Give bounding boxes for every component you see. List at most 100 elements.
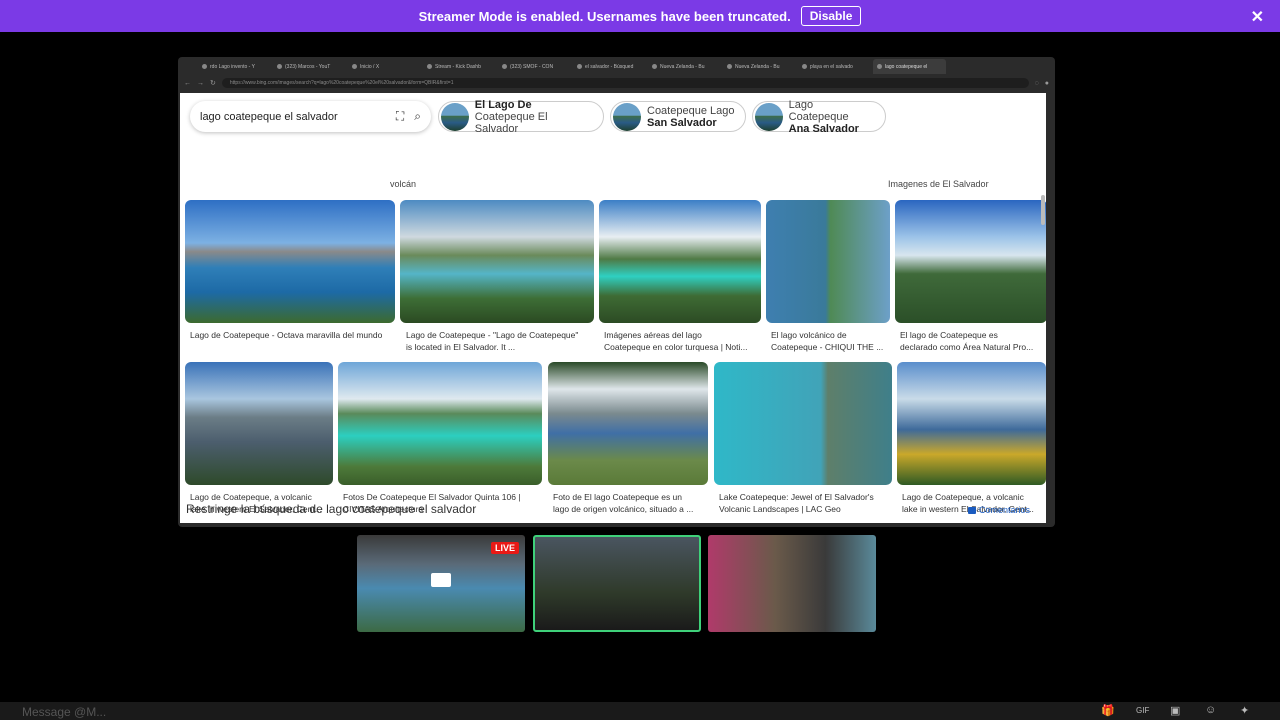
browser-tab[interactable]: (323) SMOF - CON: [498, 59, 571, 74]
browser-tab[interactable]: Stream - Kick Dashb: [423, 59, 496, 74]
chip-line1: Lago Coatepeque: [788, 98, 849, 123]
chip-thumbnail: [441, 102, 469, 131]
image-caption[interactable]: El lago de Coatepeque es declarado como Á…: [900, 329, 1040, 353]
chip-line1: Coatepeque Lago: [647, 104, 735, 117]
caption-line-1: Lake Coatepeque: Jewel of El Salvador's: [719, 492, 874, 502]
caption-line-1: Foto de El lago Coatepeque es un: [553, 492, 683, 502]
disable-button[interactable]: Disable: [800, 6, 862, 26]
browser-window: rdo Lago invento - Y (323) Marcos - YouT I…: [178, 57, 1055, 527]
image-caption[interactable]: Lago de Coatepeque - Octava maravilla de…: [190, 329, 395, 341]
tab-label: el salvador - Búsqued: [585, 63, 634, 70]
caption-line-1: Imágenes aéreas del lago: [604, 330, 702, 340]
caption-line-1: El lago volcánico de: [771, 330, 847, 340]
address-bar-row: ← → ↻ https://www.bing.com/images/search…: [178, 76, 1055, 90]
image-result[interactable]: [548, 362, 708, 485]
sticker-icon[interactable]: ▣: [1170, 704, 1180, 717]
tab-favicon: [652, 64, 657, 69]
related-chip-3[interactable]: Lago Coatepeque Ana Salvador: [752, 98, 886, 135]
search-icon[interactable]: ⌕: [414, 109, 421, 124]
webcam-tile-speaking[interactable]: [533, 535, 701, 632]
image-result[interactable]: [185, 200, 395, 323]
back-icon[interactable]: ←: [184, 80, 191, 87]
related-chip-2[interactable]: Coatepeque Lago San Salvador: [610, 101, 746, 132]
caption-line-2: is located in El Salvador. It ...: [406, 342, 516, 352]
bing-images-page: lago coatepeque el salvador ⛶ ⌕ El Lago …: [180, 93, 1046, 523]
image-caption[interactable]: Lago de Coatepeque - "Lago de Coatepeque…: [406, 329, 596, 353]
tab-label: Nueva Zelanda - Bu: [735, 63, 780, 70]
feedback-label: Comentarios: [978, 505, 1030, 515]
monitor-icon: [431, 573, 451, 587]
cut-label: volcán: [390, 179, 417, 189]
tab-favicon: [277, 64, 282, 69]
image-result[interactable]: [766, 200, 890, 323]
emoji-icon[interactable]: ☺: [1205, 704, 1216, 716]
forward-icon[interactable]: →: [197, 80, 204, 87]
image-result[interactable]: [338, 362, 542, 485]
browser-tab[interactable]: el salvador - Búsqued: [573, 59, 646, 74]
chip-line2: San Salvador: [647, 116, 717, 129]
search-input[interactable]: lago coatepeque el salvador: [200, 111, 386, 123]
message-input[interactable]: Message @M...: [22, 705, 106, 719]
browser-tab[interactable]: rdo Lago invento - Y: [198, 59, 271, 74]
image-result[interactable]: [400, 200, 594, 323]
scrollbar[interactable]: [1041, 195, 1045, 225]
image-result[interactable]: [897, 362, 1046, 485]
close-icon[interactable]: ✕: [1251, 7, 1264, 27]
chip-thumbnail: [755, 102, 783, 131]
feedback-icon: [967, 507, 976, 515]
image-caption[interactable]: Imágenes aéreas del lago Coatepeque en co…: [604, 329, 762, 353]
caption-line-2: declarado como Área Natural Pro...: [900, 342, 1034, 352]
browser-tab[interactable]: Nueva Zelanda - Bu: [648, 59, 721, 74]
related-chip-1[interactable]: El Lago De Coatepeque El Salvador: [438, 98, 604, 135]
caption-line-1: Lago de Coatepeque, a volcanic: [190, 492, 312, 502]
address-bar[interactable]: https://www.bing.com/images/search?q=lag…: [221, 78, 1029, 88]
gift-icon[interactable]: 🎁: [1101, 704, 1115, 717]
refine-search-heading: Restringe la búsqueda de lago coatepeque…: [186, 502, 477, 516]
tab-favicon: [502, 64, 507, 69]
tab-favicon: [577, 64, 582, 69]
tab-favicon: [427, 64, 432, 69]
tab-label: Nueva Zelanda - Bu: [660, 63, 705, 70]
banner-text: Streamer Mode is enabled. Usernames have…: [418, 8, 791, 24]
chip-thumbnail: [613, 102, 641, 131]
browser-tab[interactable]: lago coatepeque el: [873, 59, 946, 74]
tab-label: lago coatepeque el: [885, 63, 928, 70]
image-result[interactable]: [599, 200, 761, 323]
browser-tab[interactable]: playa en el salvado: [798, 59, 871, 74]
chip-line2: Coatepeque El Salvador: [474, 110, 548, 135]
caption-line-1: Lago de Coatepeque - Octava maravilla de…: [190, 330, 383, 340]
feedback-link[interactable]: Comentarios: [967, 505, 1030, 515]
visual-search-icon[interactable]: ⛶: [396, 109, 404, 124]
profile-icon[interactable]: ●: [1045, 80, 1049, 87]
apps-icon[interactable]: ✦: [1240, 704, 1249, 717]
reload-icon[interactable]: ↻: [210, 79, 216, 87]
image-caption[interactable]: Lake Coatepeque: Jewel of El Salvador's V…: [719, 491, 894, 515]
browser-tab[interactable]: (323) Marcos - YouT: [273, 59, 346, 74]
image-result[interactable]: [714, 362, 892, 485]
screen-share-tile[interactable]: LIVE: [357, 535, 525, 632]
image-caption[interactable]: El lago volcánico de Coatepeque - CHIQUI …: [771, 329, 891, 353]
extensions-icon[interactable]: ◌: [1035, 80, 1039, 87]
tab-label: Inicio / X: [360, 63, 380, 70]
browser-tab[interactable]: Inicio / X: [348, 59, 421, 74]
tab-favicon: [352, 64, 357, 69]
caption-line-1: El lago de Coatepeque es: [900, 330, 998, 340]
tab-favicon: [877, 64, 882, 69]
caption-line-2: Coatepeque en color turquesa | Noti...: [604, 342, 748, 352]
caption-line-2: Volcanic Landscapes | LAC Geo: [719, 504, 841, 514]
gif-icon[interactable]: GIF: [1136, 706, 1149, 715]
cut-label: Imagenes de El Salvador: [888, 179, 989, 189]
image-result[interactable]: [185, 362, 333, 485]
caption-line-1: Fotos De Coatepeque El Salvador Quinta 1…: [343, 492, 521, 502]
image-caption[interactable]: Foto de El lago Coatepeque es un lago de …: [553, 491, 711, 515]
search-box[interactable]: lago coatepeque el salvador ⛶ ⌕: [190, 101, 431, 132]
image-result[interactable]: [895, 200, 1046, 323]
tab-favicon: [727, 64, 732, 69]
message-bar: Message @M... 🎁 GIF ▣ ☺ ✦: [0, 702, 1280, 720]
webcam-tile[interactable]: [708, 535, 876, 632]
chip-line2: Ana Salvador: [788, 122, 859, 135]
chip-line1: El Lago De: [474, 98, 532, 111]
caption-line-2: lago de origen volcánico, situado a ...: [553, 504, 694, 514]
browser-tab[interactable]: Nueva Zelanda - Bu: [723, 59, 796, 74]
tab-label: (323) Marcos - YouT: [285, 63, 331, 70]
